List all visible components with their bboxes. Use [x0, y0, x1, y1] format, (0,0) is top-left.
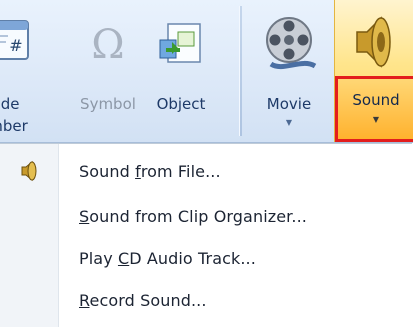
group-separator	[239, 6, 242, 136]
menu-item-label: Record Sound...	[79, 291, 207, 310]
sound-button[interactable]: Sound ▼	[334, 0, 413, 142]
menu-item-record-sound[interactable]: Record Sound...	[0, 281, 412, 321]
speaker-icon	[347, 12, 403, 76]
movie-label: Movie	[266, 95, 312, 113]
menu-item-label: Sound from Clip Organizer...	[79, 207, 307, 226]
menu-item-label: Play CD Audio Track...	[79, 249, 256, 268]
symbol-label: Symbol	[80, 95, 136, 113]
slide-number-label-line2: mber	[0, 117, 28, 135]
slide-number-icon: #	[0, 18, 30, 66]
film-reel-icon	[261, 14, 317, 80]
menu-item-label: Sound from File...	[79, 162, 221, 181]
object-button[interactable]: Object	[148, 0, 214, 142]
svg-text:#: #	[9, 36, 22, 55]
speaker-icon	[20, 160, 40, 186]
movie-button[interactable]: Movie ▼	[256, 0, 322, 142]
object-icon	[158, 20, 204, 70]
menu-item-play-cd-audio-track[interactable]: Play CD Audio Track...	[0, 239, 412, 279]
slide-number-button[interactable]: # ide mber	[0, 0, 44, 142]
omega-icon: Ω	[86, 22, 130, 68]
movie-dropdown-caret: ▼	[285, 118, 293, 127]
sound-dropdown-split[interactable]: Sound ▼	[335, 76, 413, 142]
symbol-button[interactable]: Ω Symbol	[66, 0, 150, 142]
menu-item-sound-from-clip-organizer[interactable]: Sound from Clip Organizer...	[0, 197, 412, 237]
svg-text:Ω: Ω	[91, 22, 124, 64]
object-label: Object	[156, 95, 206, 113]
sound-label: Sound	[352, 91, 400, 109]
sound-dropdown-menu: Sound from File... Sound from Clip Organ…	[0, 143, 412, 327]
menu-item-sound-from-file[interactable]: Sound from File...	[0, 152, 412, 192]
sound-dropdown-caret: ▼	[372, 115, 380, 124]
slide-number-label-line1: ide	[0, 95, 20, 113]
insert-ribbon: # ide mber Ω Symbol Object	[0, 0, 413, 143]
